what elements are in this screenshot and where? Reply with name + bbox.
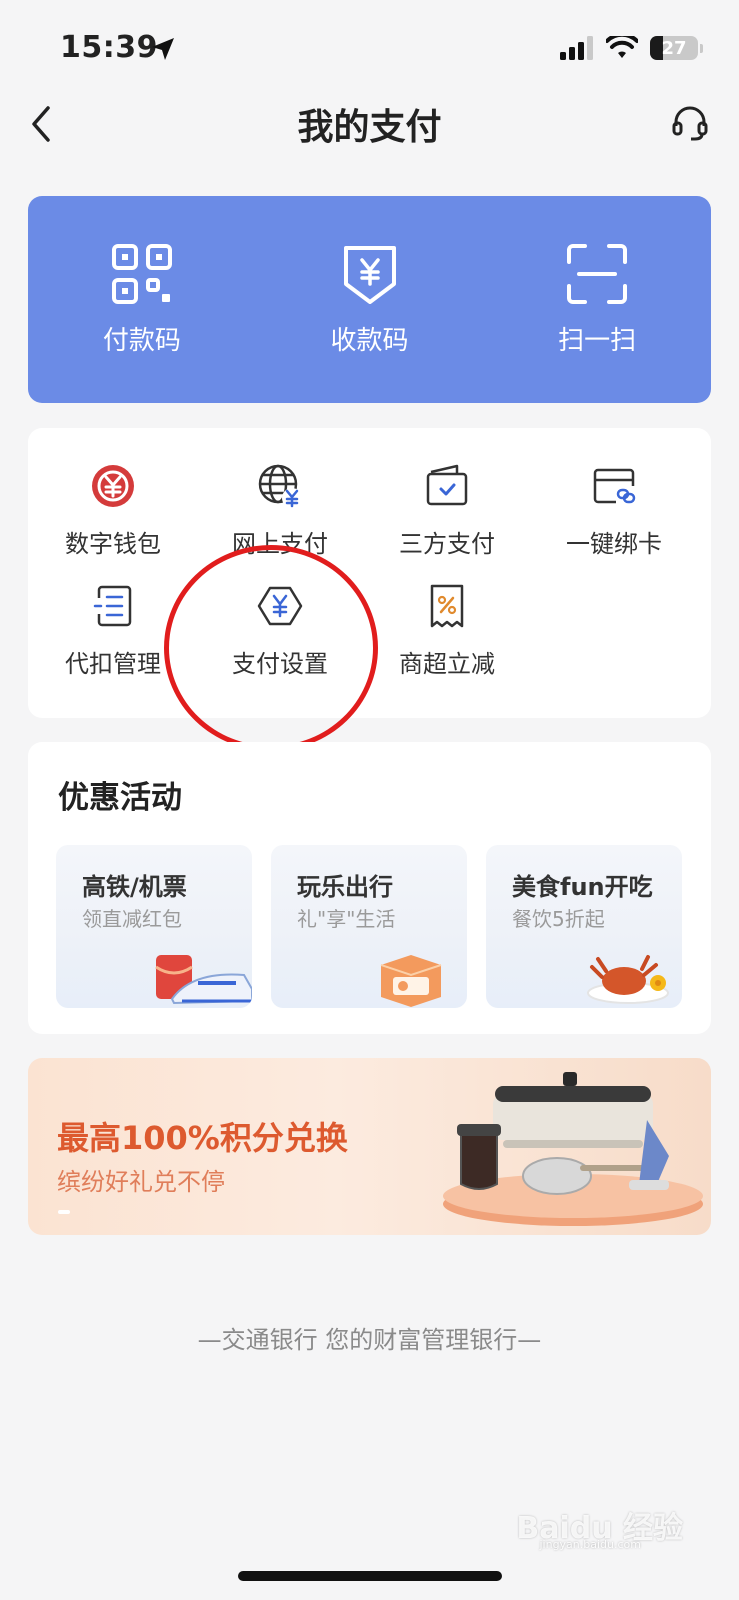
service-quick-bind-card[interactable]: 一键绑卡 [529,462,699,559]
digital-yuan-icon [92,465,134,507]
service-digital-wallet[interactable]: 数字钱包 [28,462,198,559]
service-payment-settings[interactable]: 支付设置 [195,582,365,679]
promo-leisure-travel[interactable]: 玩乐出行 礼"享"生活 [271,845,467,1008]
scan-icon [567,244,628,304]
qr-code-icon [111,244,172,304]
scan-label: 扫一扫 [558,326,637,356]
payment-code-button[interactable]: 付款码 [28,196,256,403]
promo-subtitle: 领直减红包 [82,907,182,931]
promo-food-dining[interactable]: 美食fun开吃 餐饮5折起 [486,845,682,1008]
headset-icon[interactable] [671,104,709,142]
receive-code-button[interactable]: 收款码 [256,196,484,403]
banner-page-indicator [58,1210,70,1214]
service-label: 商超立减 [399,650,495,678]
promo-subtitle: 餐饮5折起 [512,907,605,931]
service-third-party-payment[interactable]: 三方支付 [362,462,532,559]
points-exchange-banner[interactable]: 最高100%积分兑换 缤纷好礼兑不停 [28,1058,711,1235]
banner-subtitle: 缤纷好礼兑不停 [57,1168,225,1196]
promo-title: 玩乐出行 [297,873,393,901]
scan-button[interactable]: 扫一扫 [483,196,711,403]
wifi-icon [606,36,638,58]
yuan-receive-icon [343,246,396,304]
list-doc-icon [93,585,132,627]
service-supermarket-discount[interactable]: 商超立减 [362,582,532,679]
promo-title: 高铁/机票 [82,873,187,901]
banner-title: 最高100%积分兑换 [57,1119,348,1157]
promo-subtitle: 礼"享"生活 [297,907,396,931]
footer-slogan: —交通银行 您的财富管理银行— [197,1326,542,1354]
service-online-payment[interactable]: 网上支付 [195,462,365,559]
services-card: 数字钱包 网上支付 三方支付 一键绑卡 代扣管理 支付设置 商超立减 [28,428,711,718]
battery-indicator: 27 [650,36,698,60]
home-indicator[interactable] [238,1571,502,1581]
receive-code-label: 收款码 [330,326,409,356]
service-label: 支付设置 [232,650,328,678]
quick-actions-card: 付款码 收款码 扫一扫 [28,196,711,403]
service-label: 三方支付 [399,530,495,558]
promo-train-flight[interactable]: 高铁/机票 领直减红包 [56,845,252,1008]
promotions-card: 优惠活动 高铁/机票 领直减红包 玩乐出行 礼"享"生活 美食fun开吃 餐饮5… [28,742,711,1034]
page-title: 我的支付 [297,107,442,148]
service-label: 数字钱包 [65,530,161,558]
crab-dish-illustration [587,955,669,1004]
baidu-watermark-url: jingyan.baidu.com [539,1538,641,1551]
signal-icon [560,36,593,60]
service-label: 一键绑卡 [566,530,662,558]
card-link-icon [593,468,636,504]
globe-yuan-icon [258,464,302,508]
gift-box-illustration [380,955,442,1007]
battery-tip [700,43,703,53]
promo-title: 美食fun开吃 [512,873,653,901]
location-arrow-icon [152,38,174,60]
status-icons: 27 [560,34,703,62]
wallet-check-icon [426,464,468,506]
battery-level: 27 [661,37,687,59]
service-auto-debit-management[interactable]: 代扣管理 [28,582,198,679]
train-red-envelope-illustration [155,955,252,1005]
service-label: 网上支付 [232,530,328,558]
hexagon-yuan-icon [257,586,303,626]
receipt-percent-icon [430,584,464,628]
appliances-illustration [443,1072,703,1226]
service-label: 代扣管理 [65,650,161,678]
payment-code-label: 付款码 [102,326,181,356]
promotions-title: 优惠活动 [58,780,182,816]
status-time: 15:39 [60,30,158,65]
